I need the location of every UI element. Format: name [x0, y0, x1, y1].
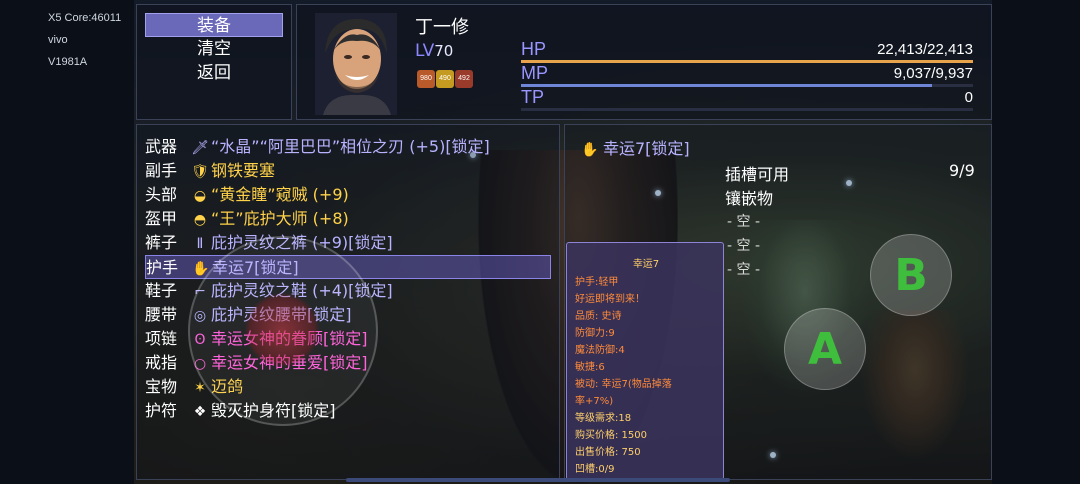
tooltip-line: 护手:轻甲 — [575, 277, 619, 288]
equipment-slot-label: 项链 — [145, 329, 178, 348]
equipment-slot-label: 盔甲 — [145, 209, 178, 228]
menu-item-equip[interactable]: 装备 — [145, 13, 283, 37]
equipment-row[interactable]: 武器 🗡 “水晶”“阿里巴巴”相位之刃 (+5)[锁定] — [145, 135, 551, 159]
tp-label: TP — [521, 87, 545, 107]
a-button[interactable]: A — [784, 308, 866, 390]
tooltip-line: 凹槽:0/9 — [575, 464, 615, 475]
character-portrait — [315, 13, 397, 115]
mp-value: 9,037/9,937 — [893, 65, 973, 82]
socket-item-title: ✋ 幸运7[锁定] — [579, 135, 690, 159]
tooltip-line: 敏捷:6 — [575, 362, 605, 373]
buff-icon: 980 — [417, 70, 435, 88]
equipment-item-name: “王”庇护大师 (+8) — [211, 209, 349, 228]
equipment-slot-label: 头部 — [145, 185, 178, 204]
equipment-row[interactable]: 裤子 Ⅱ 庇护灵纹之裤 (+9)[锁定] — [145, 231, 551, 255]
tp-value: 0 — [964, 89, 973, 106]
equipment-row[interactable]: 副手 🛡 钢铁要塞 — [145, 159, 551, 183]
equipment-item-name: 钢铁要塞 — [211, 161, 276, 180]
tp-bar — [521, 108, 973, 111]
b-button[interactable]: B — [870, 234, 952, 316]
buff-icon: 492 — [455, 70, 473, 88]
device-brand: vivo — [48, 34, 68, 46]
equipment-slot-label: 护手 — [146, 258, 179, 277]
hp-label: HP — [521, 39, 547, 59]
item-tooltip: 幸运7 护手:轻甲好运即将到来！ 品质: 史诗 防御力:9 魔法防御:4 敏捷:6 被动:… — [566, 242, 724, 480]
equipment-slot-label: 宝物 — [145, 377, 178, 396]
equipment-row[interactable]: 盔甲 ◓ “王”庇护大师 (+8) — [145, 207, 551, 231]
tooltip-line: 出售价格: 750 — [575, 447, 641, 458]
menu-item-back[interactable]: 返回 — [145, 61, 283, 85]
tooltip-line: 品质: 史诗 — [575, 311, 622, 322]
character-status-panel: 丁一修 LV70 980 490 492 HP 22,413/22,413 MP 9… — [296, 4, 992, 120]
hp-stat: HP 22,413/22,413 — [521, 39, 973, 63]
armor-icon: ◓ — [193, 212, 207, 228]
equipment-item-name: “水晶”“阿里巴巴”相位之刃 (+5)[锁定] — [211, 137, 490, 156]
equipment-slot-label: 副手 — [145, 161, 178, 180]
mp-stat: MP 9,037/9,937 — [521, 63, 973, 87]
buff-icons: 980 490 492 — [417, 65, 474, 88]
tooltip-line: 魔法防御:4 — [575, 345, 625, 356]
level-value: 70 — [434, 42, 454, 60]
hp-value: 22,413/22,413 — [877, 41, 973, 58]
mask-icon: ◒ — [193, 188, 207, 204]
joystick-knob[interactable] — [244, 292, 320, 368]
equipment-slot-label: 裤子 — [145, 233, 178, 252]
level-label: LV — [415, 41, 435, 61]
buff-icon: 490 — [436, 70, 454, 88]
character-level: LV70 — [415, 41, 453, 61]
tp-stat: TP 0 — [521, 87, 973, 111]
pants-icon: Ⅱ — [196, 236, 204, 252]
equipment-item-name: “黄金瞳”窥贼 (+9) — [211, 185, 349, 204]
equipment-slot-label: 护符 — [145, 401, 178, 420]
socket-slot[interactable]: - 空 - — [727, 259, 760, 279]
tooltip-line: 好运即将到来！ — [575, 294, 645, 305]
equipment-slot-label: 腰带 — [145, 305, 178, 324]
equipment-slot-label: 戒指 — [145, 353, 178, 372]
device-core: X5 Core:46011 — [48, 12, 122, 24]
tooltip-line: 等级需求:18 — [575, 413, 632, 424]
talisman-icon: ❖ — [193, 404, 207, 420]
mp-label: MP — [521, 63, 548, 83]
tooltip-line: 率+7%) — [575, 396, 614, 407]
equipment-slot-label: 鞋子 — [145, 281, 178, 300]
tooltip-title: 幸运7 — [632, 259, 660, 270]
sword-icon: 🗡 — [191, 140, 209, 156]
socket-slot[interactable]: - 空 - — [727, 211, 760, 231]
gauntlet-icon: ✋ — [581, 142, 599, 158]
tooltip-line: 防御力:9 — [575, 328, 615, 339]
socket-available-label: 插槽可用 — [725, 165, 790, 184]
scrollbar[interactable] — [346, 478, 730, 482]
socket-slot[interactable]: - 空 - — [727, 235, 760, 255]
equipment-row[interactable]: 头部 ◒ “黄金瞳”窥贼 (+9) — [145, 183, 551, 207]
socket-count: 9/9 — [949, 161, 975, 180]
tooltip-line: 被动: 幸运7(物品掉落 — [575, 379, 672, 390]
inlay-label: 镶嵌物 — [725, 189, 774, 208]
fortress-icon: 🛡 — [191, 164, 209, 180]
socket-item-name: 幸运7[锁定] — [603, 139, 690, 158]
device-model: V1981A — [48, 56, 88, 68]
equipment-slot-label: 武器 — [145, 137, 178, 156]
equipment-row[interactable]: 护符 ❖ 毁灭护身符[锁定] — [145, 399, 551, 423]
device-info: X5 Core:46011 vivo V1981A — [48, 10, 121, 76]
character-name: 丁一修 — [415, 17, 469, 38]
command-menu: 装备 清空 返回 — [136, 4, 292, 120]
menu-item-clear[interactable]: 清空 — [145, 37, 283, 61]
tooltip-line: 购买价格: 1500 — [575, 430, 647, 441]
